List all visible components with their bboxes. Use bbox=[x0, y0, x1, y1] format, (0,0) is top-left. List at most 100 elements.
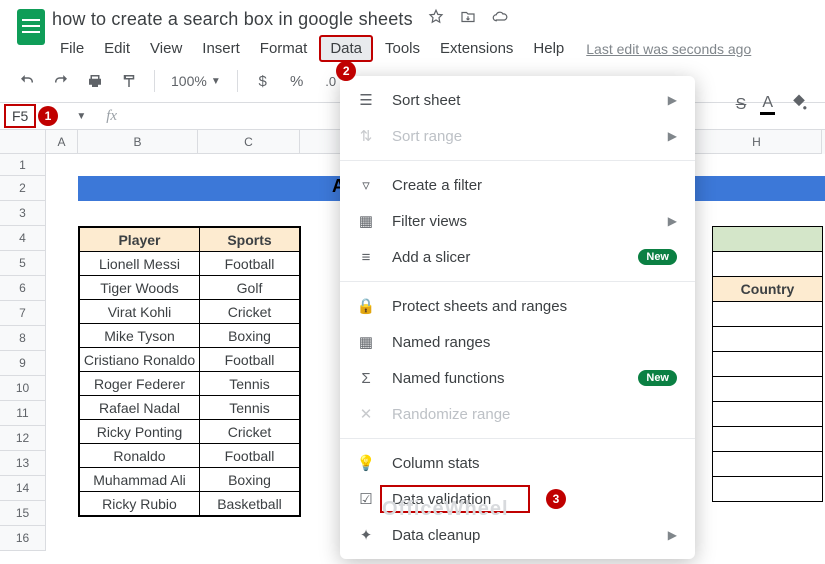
undo-icon[interactable] bbox=[18, 72, 36, 90]
menu-column-stats[interactable]: 💡 Column stats bbox=[340, 445, 695, 481]
row-header[interactable]: 8 bbox=[0, 326, 46, 351]
menu-filter-views[interactable]: ▦ Filter views ▶ bbox=[340, 203, 695, 239]
menu-data-cleanup[interactable]: ✦ Data cleanup ▶ bbox=[340, 517, 695, 553]
table-row: Roger FedererTennis bbox=[80, 372, 300, 396]
move-icon[interactable] bbox=[459, 8, 477, 31]
validation-icon: ☑ bbox=[356, 490, 376, 508]
menu-add-slicer[interactable]: ≡ Add a slicer New bbox=[340, 239, 695, 275]
table-row: Ricky PontingCricket bbox=[80, 420, 300, 444]
data-table: Player Sports Lionell MessiFootball Tige… bbox=[78, 226, 301, 517]
country-cell[interactable] bbox=[713, 427, 823, 452]
submenu-arrow-icon: ▶ bbox=[668, 214, 677, 228]
row-header[interactable]: 10 bbox=[0, 376, 46, 401]
menu-data-validation[interactable]: ☑ Data validation 3 bbox=[340, 481, 695, 517]
row-header[interactable]: 6 bbox=[0, 276, 46, 301]
last-edit-link[interactable]: Last edit was seconds ago bbox=[586, 41, 751, 57]
table-row: RonaldoFootball bbox=[80, 444, 300, 468]
redo-icon[interactable] bbox=[52, 72, 70, 90]
table-row: Lionell MessiFootball bbox=[80, 252, 300, 276]
menu-named-functions[interactable]: Σ Named functions New bbox=[340, 360, 695, 396]
filter-icon: ▿ bbox=[356, 176, 376, 194]
col-header[interactable]: A bbox=[46, 130, 78, 154]
table-row: Rafael NadalTennis bbox=[80, 396, 300, 420]
slicer-icon: ≡ bbox=[356, 249, 376, 266]
sheets-logo[interactable] bbox=[10, 6, 52, 48]
country-cell[interactable] bbox=[713, 352, 823, 377]
annotation-badge-3: 3 bbox=[546, 489, 566, 509]
row-header[interactable]: 9 bbox=[0, 351, 46, 376]
print-icon[interactable] bbox=[86, 72, 104, 90]
fx-icon: fx bbox=[106, 108, 117, 125]
col-header[interactable]: C bbox=[198, 130, 300, 154]
table-row: Cristiano RonaldoFootball bbox=[80, 348, 300, 372]
percent-icon[interactable]: % bbox=[288, 72, 306, 90]
menu-format[interactable]: Format bbox=[252, 36, 316, 61]
country-cell[interactable] bbox=[713, 377, 823, 402]
country-cell[interactable] bbox=[713, 477, 823, 502]
strikethrough-icon[interactable]: S bbox=[736, 96, 747, 114]
sort-range-icon: ⇅ bbox=[356, 127, 376, 145]
select-all-corner[interactable] bbox=[0, 130, 46, 154]
row-header[interactable]: 2 bbox=[0, 176, 46, 201]
menu-data[interactable]: Data 2 bbox=[319, 35, 373, 62]
country-cell[interactable] bbox=[713, 402, 823, 427]
name-box-dropdown-icon[interactable]: ▼ bbox=[76, 111, 86, 122]
table-row: Muhammad AliBoxing bbox=[80, 468, 300, 492]
star-icon[interactable] bbox=[427, 8, 445, 31]
row-header[interactable]: 15 bbox=[0, 501, 46, 526]
row-header[interactable]: 12 bbox=[0, 426, 46, 451]
new-badge: New bbox=[638, 249, 677, 265]
row-header[interactable]: 7 bbox=[0, 301, 46, 326]
shuffle-icon: ✕ bbox=[356, 405, 376, 423]
country-cell[interactable] bbox=[713, 327, 823, 352]
currency-icon[interactable]: $ bbox=[254, 72, 272, 90]
zoom-select[interactable]: 100% ▼ bbox=[171, 73, 221, 89]
country-accent-cell[interactable] bbox=[713, 227, 823, 252]
paint-format-icon[interactable] bbox=[120, 72, 138, 90]
country-cell[interactable] bbox=[713, 452, 823, 477]
row-header[interactable]: 5 bbox=[0, 251, 46, 276]
menu-view[interactable]: View bbox=[142, 36, 190, 61]
row-header[interactable]: 11 bbox=[0, 401, 46, 426]
row-header[interactable]: 3 bbox=[0, 201, 46, 226]
table-row: Mike TysonBoxing bbox=[80, 324, 300, 348]
menu-help[interactable]: Help bbox=[525, 36, 572, 61]
menu-create-filter[interactable]: ▿ Create a filter bbox=[340, 167, 695, 203]
country-cell[interactable] bbox=[713, 302, 823, 327]
lock-icon: 🔒 bbox=[356, 297, 376, 315]
menu-file[interactable]: File bbox=[52, 36, 92, 61]
doc-name[interactable]: how to create a search box in google she… bbox=[52, 9, 413, 30]
menu-data-label: Data bbox=[330, 40, 362, 57]
fill-color-icon[interactable] bbox=[789, 92, 809, 117]
filter-views-icon: ▦ bbox=[356, 212, 376, 230]
text-color-icon[interactable]: A bbox=[760, 94, 775, 115]
menu-insert[interactable]: Insert bbox=[194, 36, 248, 61]
annotation-badge-1: 1 bbox=[38, 106, 58, 126]
menu-sort-sheet[interactable]: ☰ Sort sheet ▶ bbox=[340, 82, 695, 118]
row-header[interactable]: 14 bbox=[0, 476, 46, 501]
menu-edit[interactable]: Edit bbox=[96, 36, 138, 61]
submenu-arrow-icon: ▶ bbox=[668, 528, 677, 542]
col-header[interactable]: B bbox=[78, 130, 198, 154]
data-menu-dropdown: ☰ Sort sheet ▶ ⇅ Sort range ▶ ▿ Create a… bbox=[340, 76, 695, 559]
menu-bar: File Edit View Insert Format Data 2 Tool… bbox=[52, 35, 815, 62]
menu-tools[interactable]: Tools bbox=[377, 36, 428, 61]
submenu-arrow-icon: ▶ bbox=[668, 93, 677, 107]
name-box[interactable]: F5 bbox=[4, 104, 36, 128]
row-header[interactable]: 13 bbox=[0, 451, 46, 476]
toolbar-right: S A bbox=[736, 92, 809, 117]
doc-header: how to create a search box in google she… bbox=[0, 0, 825, 62]
col-header[interactable]: H bbox=[692, 130, 822, 154]
menu-extensions[interactable]: Extensions bbox=[432, 36, 521, 61]
country-header: Country bbox=[713, 277, 823, 302]
sigma-icon: Σ bbox=[356, 370, 376, 387]
country-blank[interactable] bbox=[713, 252, 823, 277]
cloud-icon[interactable] bbox=[491, 8, 509, 31]
row-header[interactable]: 4 bbox=[0, 226, 46, 251]
sort-sheet-icon: ☰ bbox=[356, 91, 376, 109]
table-row: Ricky RubioBasketball bbox=[80, 492, 300, 516]
row-header[interactable]: 16 bbox=[0, 526, 46, 551]
menu-protect[interactable]: 🔒 Protect sheets and ranges bbox=[340, 288, 695, 324]
row-header[interactable]: 1 bbox=[0, 154, 46, 176]
menu-named-ranges[interactable]: ▦ Named ranges bbox=[340, 324, 695, 360]
